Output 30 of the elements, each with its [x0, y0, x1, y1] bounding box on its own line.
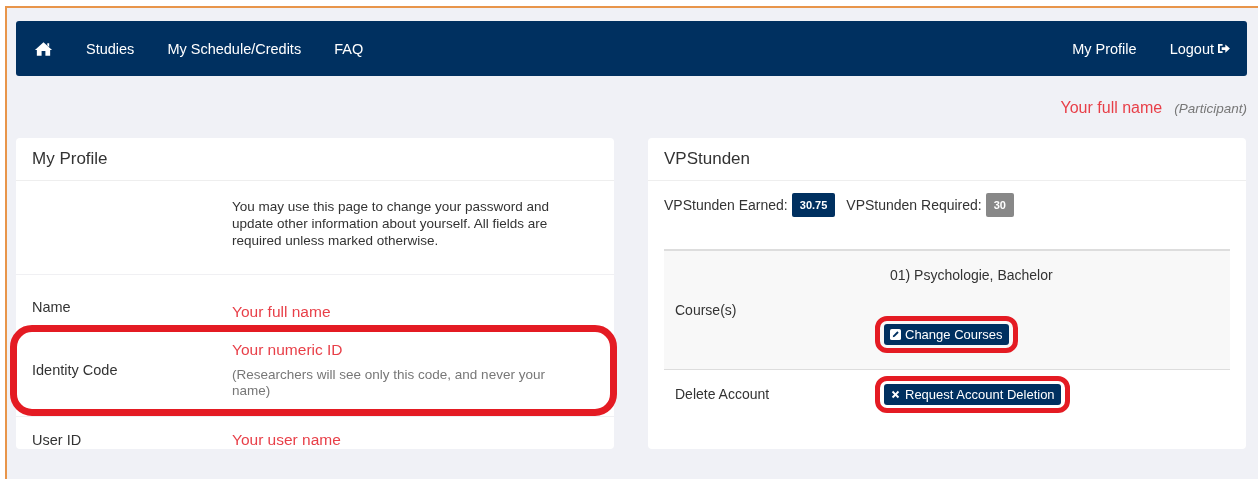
course-name: 01) Psychologie, Bachelor — [890, 267, 1053, 283]
row-label: Course(s) — [674, 302, 738, 318]
field-value: Your user name — [232, 431, 341, 449]
earned-label: VPStunden Earned: — [664, 197, 788, 213]
logout-link[interactable]: Logout — [1169, 40, 1230, 57]
nav-link[interactable]: FAQ — [334, 40, 364, 57]
edit-icon — [890, 329, 901, 340]
home-icon[interactable] — [34, 40, 53, 57]
user-role: (Participant) — [1174, 101, 1247, 116]
earned-badge: 30.75 — [791, 193, 836, 217]
field-note: (Researchers will see only this code, and never your name) — [232, 367, 546, 399]
change-courses-button[interactable]: Change Courses — [884, 324, 1009, 345]
field-value: Your numeric ID — [232, 341, 344, 359]
field-label: Name — [31, 298, 72, 315]
nav-link[interactable]: Studies — [86, 40, 135, 57]
required-badge: 30 — [985, 193, 1014, 217]
intro-text: You may use this page to change your password and update other information about yourself. All fields are required unless marked otherwise. — [232, 198, 550, 250]
nav-link[interactable]: My Profile — [1072, 40, 1137, 57]
field-value: Your full name — [232, 303, 331, 321]
close-icon — [890, 388, 901, 400]
user-name: Your full name — [1060, 99, 1163, 117]
row-label: Delete Account — [674, 386, 771, 402]
card-title: My Profile — [16, 138, 614, 181]
delete-account-button[interactable]: Request Account Deletion — [884, 383, 1061, 405]
required-label: VPStunden Required: — [846, 197, 982, 213]
nav-link[interactable]: My Schedule/Credits — [167, 40, 302, 57]
field-label: User ID — [31, 432, 83, 448]
card-title: VPStunden — [648, 138, 1246, 181]
logout-icon — [1217, 43, 1230, 54]
field-label: Identity Code — [31, 362, 119, 378]
